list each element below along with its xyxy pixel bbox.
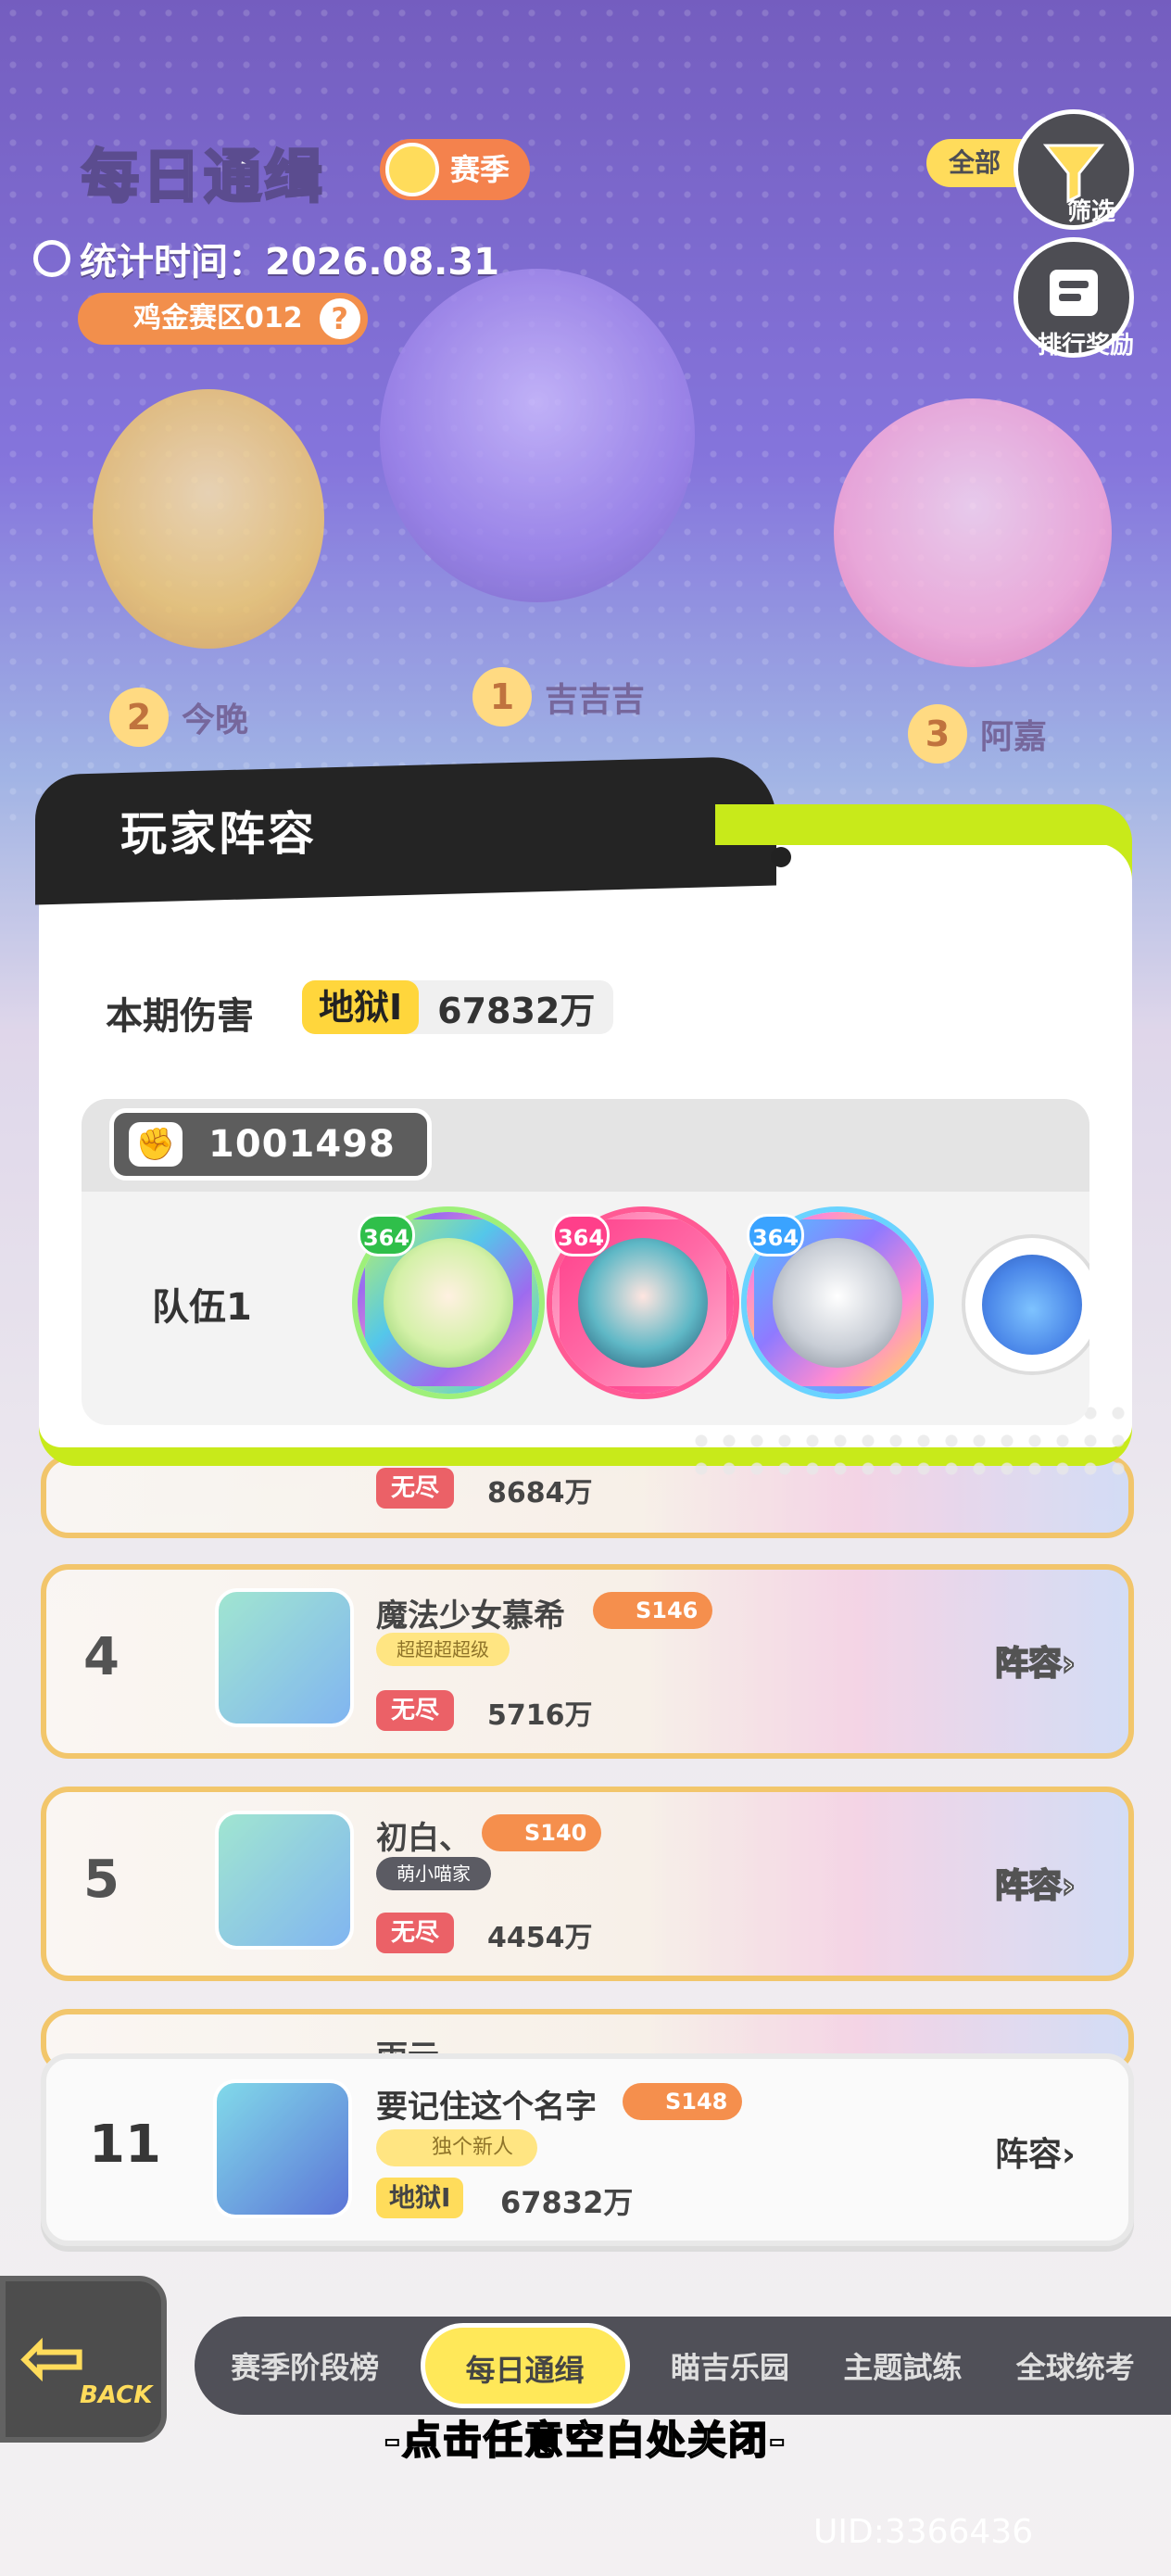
hero-level: 364 xyxy=(747,1214,804,1256)
damage-label: 本期伤害 xyxy=(106,995,254,1038)
team-label: 队伍1 xyxy=(152,1286,252,1329)
team-card: ✊ 1001498 队伍1 364 364 364 xyxy=(82,1099,1089,1425)
hero-level: 364 xyxy=(552,1214,610,1256)
hero-face xyxy=(384,1238,513,1368)
damage-value: 67832万 xyxy=(437,990,596,1031)
pet-cat-icon xyxy=(982,1255,1082,1355)
hero-portrait[interactable]: 364 xyxy=(358,1212,539,1394)
modal-title: 玩家阵容 xyxy=(120,807,317,861)
fist-icon: ✊ xyxy=(129,1122,183,1167)
hero-portrait[interactable]: 364 xyxy=(552,1212,734,1394)
pet-portrait[interactable] xyxy=(962,1234,1089,1375)
hero-face xyxy=(773,1238,902,1368)
hero-level: 364 xyxy=(358,1214,415,1256)
modal-body: 本期伤害 地狱I 67832万 ✊ 1001498 队伍1 364 364 36… xyxy=(39,843,1132,1484)
hero-portrait[interactable]: 364 xyxy=(747,1212,928,1394)
power-pill: ✊ 1001498 xyxy=(109,1108,432,1181)
lineup-modal: 本期伤害 地狱I 67832万 ✊ 1001498 队伍1 364 364 36… xyxy=(35,755,1132,1484)
uid-label: UID:3366436 xyxy=(813,2513,1034,2551)
hero-face xyxy=(578,1238,708,1368)
close-hint: -点击任意空白处关闭- xyxy=(384,2417,787,2464)
difficulty-badge: 地狱I xyxy=(302,980,420,1034)
power-value: 1001498 xyxy=(208,1123,396,1166)
dot-decoration xyxy=(771,847,791,867)
modal-header-accent xyxy=(715,804,1132,845)
damage-pill: 地狱I 67832万 xyxy=(302,980,614,1034)
